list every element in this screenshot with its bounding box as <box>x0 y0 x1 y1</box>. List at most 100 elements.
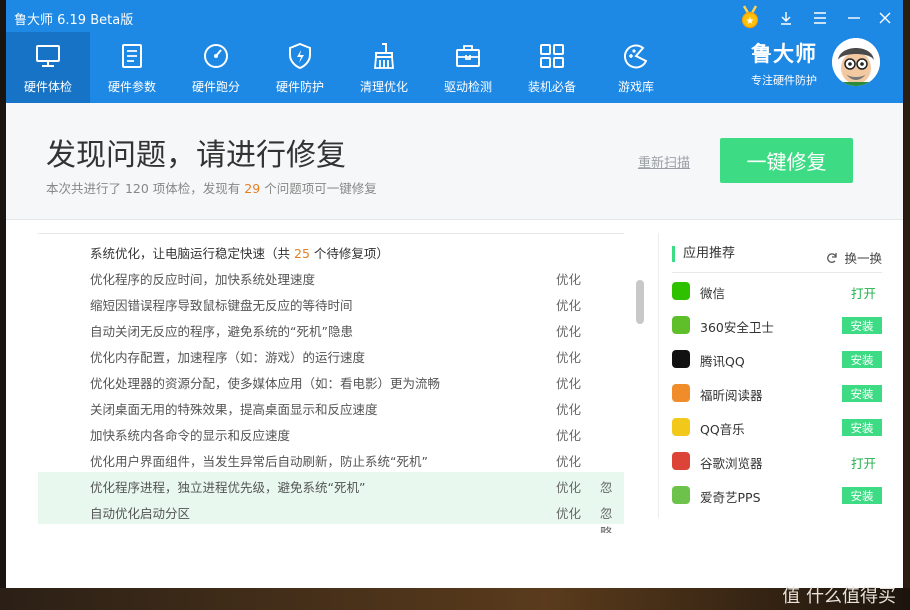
monitor-icon <box>36 45 60 67</box>
issue-row[interactable]: 优化处理器的资源分配，使多媒体应用（如：看电影）更为流畅 优化 <box>38 368 624 394</box>
optimize-action[interactable]: 优化 <box>556 269 581 288</box>
gamepad-icon <box>623 44 648 69</box>
summary-prefix: 本次共进行了 120 项体检，发现有 <box>46 181 241 196</box>
issue-text: 优化用户界面组件，当发生异常后自动刷新，防止系统“死机” <box>90 454 428 469</box>
refresh-icon <box>827 252 838 263</box>
issue-row[interactable]: 自动优化启动分区 优化 忽略 <box>38 498 624 533</box>
list-scrollbar[interactable] <box>636 280 644 324</box>
page-title: 发现问题，请进行修复 <box>46 138 346 173</box>
one-click-fix-button[interactable]: 一键修复 <box>720 138 853 183</box>
optimize-action[interactable]: 优化 <box>556 477 581 496</box>
issue-row[interactable]: 优化内存配置，加速程序（如：游戏）的运行速度 优化 <box>38 342 624 368</box>
360-icon <box>672 316 690 334</box>
medal-icon[interactable]: ★ <box>739 5 761 29</box>
issue-row[interactable]: 优化程序进程，独立进程优先级，避免系统“死机”优化忽略 <box>38 472 624 514</box>
tab-game-library[interactable]: 游戏库 <box>594 32 678 103</box>
tab-label: 硬件体检 <box>23 80 72 94</box>
window-title: 鲁大师 6.19 Beta版 <box>14 13 134 28</box>
optimize-action[interactable]: 优化 <box>556 451 581 470</box>
issue-row[interactable]: 缩短因错误程序导致鼠标键盘无反应的等待时间 优化 <box>38 290 624 316</box>
recommend-app-row: QQ音乐 安装 <box>672 409 882 443</box>
recommend-app-row: 微信 打开 <box>672 273 882 307</box>
issue-row[interactable]: 优化程序的反应时间，加快系统处理速度 优化 <box>38 264 624 290</box>
group-prefix: 系统优化，让电脑运行稳定快速（共 <box>90 246 291 261</box>
group-title: 系统优化，让电脑运行稳定快速（共 25 个待修复项） <box>90 243 389 262</box>
tab-hardware-protection[interactable]: 硬件防护 <box>258 32 342 103</box>
main-nav: 硬件体检 硬件参数 硬件跑分 硬件防护 清理优化 驱动检测 装机必备 游戏库 <box>6 32 678 103</box>
apps-grid-icon <box>540 44 564 68</box>
optimize-action[interactable]: 优化 <box>556 321 581 340</box>
broom-icon <box>374 43 394 69</box>
app-name: 腾讯QQ <box>700 354 745 369</box>
menu-icon[interactable] <box>807 6 833 30</box>
speedometer-icon <box>204 44 228 68</box>
app-name: QQ音乐 <box>700 422 745 437</box>
svg-text:★: ★ <box>746 16 755 27</box>
install-button[interactable]: 安装 <box>842 351 882 368</box>
qqmusic-icon <box>672 418 690 436</box>
install-button[interactable]: 安装 <box>842 317 882 334</box>
issue-text: 缩短因错误程序导致鼠标键盘无反应的等待时间 <box>90 298 353 313</box>
qq-icon <box>672 350 690 368</box>
install-button[interactable]: 安装 <box>842 487 882 504</box>
issue-text: 优化程序的反应时间，加快系统处理速度 <box>90 272 316 287</box>
recommend-app-row: 爱奇艺PPS 安装 <box>672 477 882 511</box>
issue-text: 加快系统内各命令的显示和反应速度 <box>90 428 291 443</box>
title-bar[interactable]: 鲁大师 6.19 Beta版 ★ <box>6 0 903 32</box>
download-icon[interactable] <box>773 6 799 30</box>
refresh-button[interactable]: 换一换 <box>826 248 882 267</box>
install-button[interactable]: 安装 <box>842 385 882 402</box>
brand-slogan: 专注硬件防护 <box>751 74 817 87</box>
app-recommend-panel: 应用推荐 换一换 微信 打开 360安全卫士 安装 腾讯QQ 安装 福昕阅读器 安装 QQ音乐安… <box>672 240 882 511</box>
tab-hardware-params[interactable]: 硬件参数 <box>90 32 174 103</box>
optimize-action[interactable]: 优化 <box>556 503 581 522</box>
optimize-action[interactable]: 优化 <box>556 425 581 444</box>
issue-row[interactable]: 加快系统内各命令的显示和反应速度 优化 <box>38 420 624 446</box>
install-button[interactable]: 安装 <box>842 419 882 436</box>
desktop-background-bottom <box>0 588 910 610</box>
tab-label: 硬件参数 <box>107 80 156 94</box>
optimize-action[interactable]: 优化 <box>556 347 581 366</box>
iqiyi-icon <box>672 486 690 504</box>
shield-icon <box>289 42 311 70</box>
minimize-icon[interactable] <box>841 6 867 30</box>
divider <box>658 233 659 518</box>
watermark-text: 值 什么值得买 <box>782 586 896 607</box>
issue-row[interactable]: 关闭桌面无用的特殊效果，提高桌面显示和反应速度 优化 <box>38 394 624 420</box>
tab-essential-apps[interactable]: 装机必备 <box>510 32 594 103</box>
issue-row[interactable]: 自动关闭无反应的程序，避免系统的“死机”隐患 优化 <box>38 316 624 342</box>
ignore-action[interactable]: 忽略 <box>600 503 624 533</box>
tab-label: 游戏库 <box>617 80 654 94</box>
tab-hardware-benchmark[interactable]: 硬件跑分 <box>174 32 258 103</box>
open-button[interactable]: 打开 <box>851 453 876 472</box>
recommend-app-row: 福昕阅读器 安装 <box>672 375 882 409</box>
issue-text: 优化处理器的资源分配，使多媒体应用（如：看电影）更为流畅 <box>90 376 441 391</box>
problem-count: 29 <box>244 181 261 196</box>
optimize-action[interactable]: 优化 <box>556 399 581 418</box>
open-button[interactable]: 打开 <box>851 283 876 302</box>
issue-row[interactable]: 优化用户界面组件，当发生异常后自动刷新，防止系统“死机” 优化 <box>38 446 624 472</box>
optimize-action[interactable]: 优化 <box>556 295 581 314</box>
recommend-header: 应用推荐 换一换 <box>672 240 882 273</box>
tab-label: 清理优化 <box>359 80 408 94</box>
toolbox-icon <box>456 45 480 67</box>
avatar[interactable] <box>832 38 880 86</box>
mascot-icon <box>832 38 880 86</box>
refresh-label: 换一换 <box>844 251 882 266</box>
tab-hardware-checkup[interactable]: 硬件体检 <box>6 32 90 103</box>
scan-summary: 本次共进行了 120 项体检，发现有 29 个问题项可一键修复 <box>46 178 377 197</box>
tab-driver-detect[interactable]: 驱动检测 <box>426 32 510 103</box>
app-name: 360安全卫士 <box>700 320 774 335</box>
optimize-action[interactable]: 优化 <box>556 373 581 392</box>
app-name: 爱奇艺PPS <box>700 490 761 505</box>
app-name: 谷歌浏览器 <box>700 456 763 471</box>
issue-text: 优化程序进程，独立进程优先级，避免系统“死机” <box>90 480 366 495</box>
recommend-app-row: 腾讯QQ 安装 <box>672 341 882 375</box>
rescan-link[interactable]: 重新扫描 <box>638 152 690 171</box>
issue-text: 自动优化启动分区 <box>90 506 191 521</box>
issue-text: 优化内存配置，加速程序（如：游戏）的运行速度 <box>90 350 366 365</box>
close-icon[interactable] <box>872 6 898 30</box>
issue-text: 自动关闭无反应的程序，避免系统的“死机”隐患 <box>90 324 353 339</box>
tab-cleanup[interactable]: 清理优化 <box>342 32 426 103</box>
watermark: 值 什么值得买 <box>782 582 896 608</box>
